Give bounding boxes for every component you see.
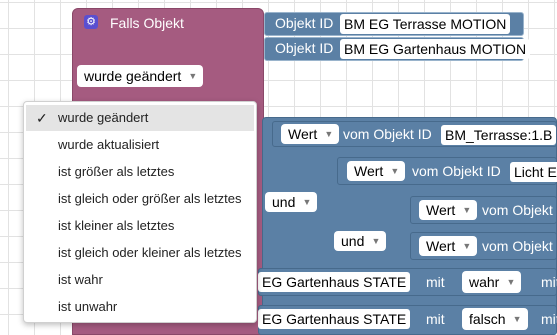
object-id-value-1[interactable]: BM EG Terrasse MOTION (340, 14, 511, 34)
menu-item-label: ist größer als letztes (58, 164, 175, 179)
object-id-label-2: Objekt ID (275, 40, 334, 56)
value-dropdown-2-label: Wert (354, 163, 384, 179)
gear-icon[interactable]: ⚙ (84, 15, 98, 29)
state-mit-2: mit (426, 311, 445, 327)
condition-menu: ✓ wurde geändert wurde aktualisiert ist … (23, 101, 257, 323)
chevron-down-icon: ▼ (462, 205, 472, 215)
menu-item[interactable]: ✓ wurde geändert (26, 105, 254, 131)
menu-item-label: ist unwahr (58, 299, 118, 314)
menu-item[interactable]: ist gleich oder kleiner als letztes (26, 240, 254, 266)
menu-item-label: ist gleich oder größer als letztes (58, 191, 242, 206)
value-dropdown-1-label: Wert (288, 126, 318, 142)
object-id-value-2[interactable]: BM EG Gartenhaus MOTION (340, 39, 531, 59)
from-object-label-4: vom Objekt (482, 238, 553, 254)
from-object-label-2: vom Objekt ID (412, 163, 501, 179)
condition-dropdown-value: wurde geändert (84, 68, 182, 84)
state-mit-extra-1: mit (541, 274, 557, 290)
and-dropdown-1-label: und (272, 194, 296, 210)
and-dropdown-2-label: und (341, 233, 365, 249)
chevron-down-icon: ▼ (506, 277, 516, 287)
and-dropdown-2[interactable]: und ▼ (334, 231, 387, 251)
and-dropdown-1[interactable]: und ▼ (265, 192, 318, 212)
chevron-down-icon: ▼ (512, 314, 522, 324)
logic-block-outer[interactable] (262, 117, 557, 335)
check-icon: ✓ (36, 110, 48, 126)
chevron-down-icon: ▼ (324, 129, 334, 139)
object-field-1[interactable]: BM_Terrasse:1.B (441, 125, 557, 145)
state-name-2[interactable]: EG Gartenhaus STATE (258, 309, 411, 329)
state-value-2: falsch (469, 311, 506, 327)
trigger-title: Falls Objekt (110, 15, 184, 31)
from-object-label-1: vom Objekt ID (343, 126, 432, 142)
value-dropdown-4-label: Wert (426, 238, 456, 254)
menu-item[interactable]: ist kleiner als letztes (26, 213, 254, 239)
chevron-down-icon: ▼ (462, 241, 472, 251)
menu-item[interactable]: ist gleich oder größer als letztes (26, 186, 254, 212)
chevron-down-icon: ▼ (390, 166, 400, 176)
menu-item[interactable]: ist größer als letztes (26, 159, 254, 185)
value-dropdown-3[interactable]: Wert ▼ (419, 200, 478, 220)
state-value-dropdown-1[interactable]: wahr ▼ (462, 271, 522, 293)
value-dropdown-4[interactable]: Wert ▼ (419, 236, 478, 256)
state-name-1[interactable]: EG Gartenhaus STATE (258, 272, 411, 292)
value-dropdown-1[interactable]: Wert ▼ (281, 124, 340, 144)
chevron-down-icon: ▼ (302, 197, 312, 207)
menu-item-label: ist gleich oder kleiner als letztes (58, 245, 242, 260)
object-id-label-1: Objekt ID (275, 15, 334, 31)
value-dropdown-3-label: Wert (426, 202, 456, 218)
menu-item-label: wurde geändert (58, 110, 149, 125)
state-mit-extra-2: mit (541, 311, 557, 327)
menu-item[interactable]: ist unwahr (26, 294, 254, 320)
state-value-dropdown-2[interactable]: falsch ▼ (462, 308, 528, 330)
state-mit-1: mit (426, 274, 445, 290)
condition-dropdown[interactable]: wurde geändert ▼ (77, 65, 204, 87)
chevron-down-icon: ▼ (371, 236, 381, 246)
menu-item[interactable]: wurde aktualisiert (26, 132, 254, 158)
value-dropdown-2[interactable]: Wert ▼ (347, 161, 406, 181)
from-object-label-3: vom Objekt (482, 202, 553, 218)
menu-item-label: ist kleiner als letztes (58, 218, 175, 233)
chevron-down-icon: ▼ (188, 71, 198, 81)
menu-item-label: ist wahr (58, 272, 103, 287)
object-field-2[interactable]: Licht E (510, 162, 557, 182)
menu-item[interactable]: ist wahr (26, 267, 254, 293)
menu-item-label: wurde aktualisiert (58, 137, 160, 152)
state-value-1: wahr (469, 274, 500, 290)
